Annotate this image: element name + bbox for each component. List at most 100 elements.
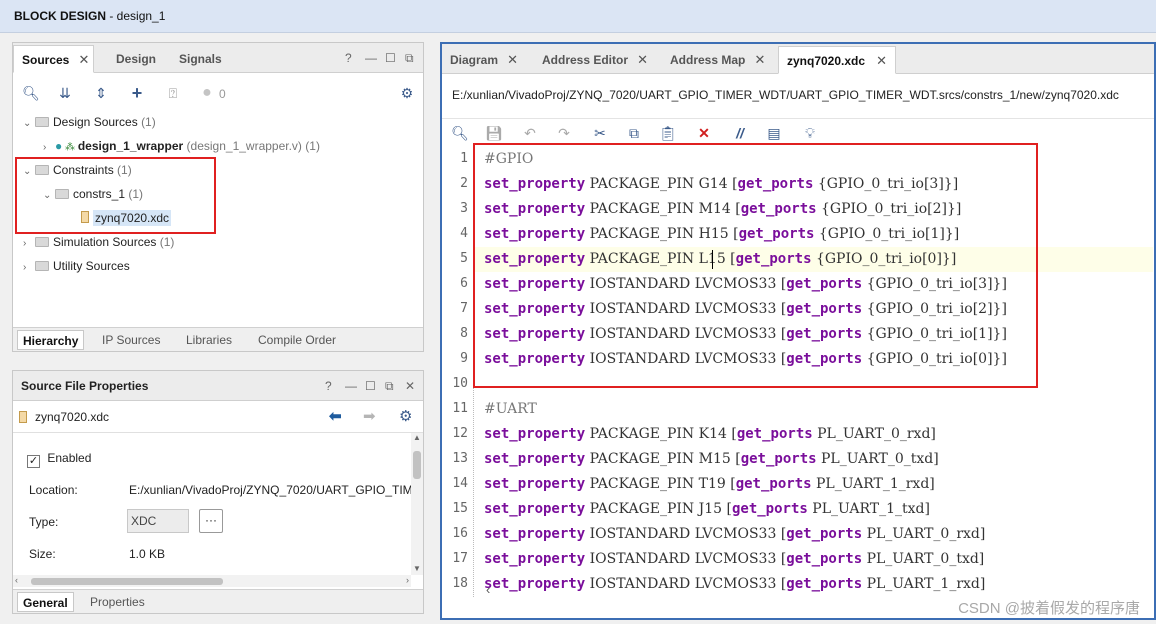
scroll-up-icon[interactable]: ▲ (411, 433, 423, 442)
search-icon[interactable]: 🔍︎ (450, 123, 470, 143)
keyword-token: set_property (484, 551, 586, 567)
close-icon[interactable]: ✕ (637, 46, 648, 74)
chevron-down-icon[interactable]: ⌄ (23, 113, 35, 135)
hscroll-thumb[interactable] (31, 578, 223, 585)
tree-utility-sources[interactable]: › Utility Sources (23, 255, 130, 277)
expand-all-icon[interactable]: ⇕ (91, 83, 111, 103)
minimize-icon[interactable]: — (365, 51, 377, 65)
scroll-left-icon[interactable]: ‹ (486, 582, 490, 597)
file-path: E:/xunlian/VivadoProj/ZYNQ_7020/UART_GPI… (452, 88, 1119, 102)
text-token: PACKAGE_PIN K14 [ (585, 426, 737, 442)
properties-vscrollbar[interactable]: ▲ ▼ (411, 433, 423, 575)
tab-properties[interactable]: Properties (85, 592, 150, 612)
close-icon[interactable]: ✕ (507, 46, 518, 74)
tab-address-map[interactable]: Address Map ✕ (662, 46, 769, 74)
enabled-checkbox[interactable]: ✓ (27, 455, 40, 468)
comment-toggle-icon[interactable]: // (730, 123, 750, 143)
code-line: set_property PACKAGE_PIN M15 [get_ports … (484, 447, 939, 472)
paste-icon[interactable]: 📋︎ (658, 123, 678, 143)
code-line: #GPIO (484, 147, 533, 172)
float-icon[interactable]: ⧉ (385, 379, 394, 394)
arrow-back-icon[interactable]: ⬅ (329, 407, 342, 425)
xdc-file-icon (19, 411, 27, 423)
tab-libraries[interactable]: Libraries (181, 330, 237, 350)
keyword-token: set_property (484, 326, 586, 342)
maximize-icon[interactable]: ☐ (385, 51, 396, 65)
line-number: 10 (452, 376, 468, 391)
text-token: {GPIO_0_tri_io[0]}] (811, 251, 957, 267)
tab-hierarchy[interactable]: Hierarchy (17, 330, 85, 350)
code-line: set_property IOSTANDARD LVCMOS33 [get_po… (484, 272, 1007, 297)
type-field[interactable]: XDC (127, 509, 189, 533)
code-editor[interactable]: 1 2 3 4 5 6 7 8 9 10 11 12 13 14 15 16 17 18 #GPIO set_pro… (444, 147, 1153, 597)
text-token: IOSTANDARD LVCMOS33 [ (585, 351, 787, 367)
search-icon[interactable]: 🔍︎ (21, 83, 41, 103)
close-icon[interactable]: ✕ (876, 47, 887, 75)
text-token: IOSTANDARD LVCMOS33 [ (585, 276, 787, 292)
chevron-right-icon[interactable]: › (23, 233, 35, 255)
comment-token: #UART (484, 401, 537, 417)
line-number: 12 (452, 426, 468, 441)
add-sources-icon[interactable]: + (127, 83, 147, 103)
text-token: {GPIO_0_tri_io[0]}] (862, 351, 1007, 367)
gear-icon[interactable]: ⚙ (399, 407, 412, 425)
text-token: PL_UART_0_txd] (816, 451, 939, 467)
tab-ip-sources[interactable]: IP Sources (97, 330, 165, 350)
line-number: 15 (452, 501, 468, 516)
tree-design-wrapper[interactable]: › ● ⁂ design_1_wrapper (design_1_wrapper.… (43, 135, 320, 157)
scroll-left-icon[interactable]: ‹ (15, 575, 18, 585)
close-icon[interactable]: ✕ (754, 46, 765, 74)
redo-icon[interactable]: ↷ (554, 123, 574, 143)
lightbulb-icon[interactable]: 💡︎ (800, 123, 820, 143)
scroll-right-icon[interactable]: › (406, 575, 409, 585)
save-icon[interactable]: 💾︎ (484, 123, 504, 143)
text-token: {GPIO_0_tri_io[3]}] (862, 276, 1007, 292)
chevron-right-icon[interactable]: › (23, 257, 35, 279)
chevron-down-icon[interactable]: ⌄ (23, 161, 35, 183)
tree-constraints[interactable]: ⌄ Constraints (1) (23, 159, 132, 181)
tab-design[interactable]: Design (108, 45, 164, 73)
tree-design-sources[interactable]: ⌄ Design Sources (1) (23, 111, 156, 133)
properties-bottom-tabs: General Properties (13, 589, 423, 613)
text-token: IOSTANDARD LVCMOS33 [ (585, 301, 787, 317)
type-more-button[interactable]: ··· (199, 509, 223, 533)
properties-file-row: zynq7020.xdc ⬅ ➡ ⚙ (13, 401, 423, 433)
copy-icon[interactable]: ⧉ (624, 123, 644, 143)
keyword-token: get_ports (737, 176, 814, 192)
arrow-forward-icon[interactable]: ➡ (363, 407, 376, 425)
scroll-down-icon[interactable]: ▼ (411, 564, 423, 573)
delete-icon[interactable]: ✕ (694, 123, 714, 143)
tab-signals[interactable]: Signals (171, 45, 230, 73)
help-icon[interactable]: ? (345, 51, 352, 65)
close-icon[interactable]: ✕ (78, 46, 89, 74)
maximize-icon[interactable]: ☐ (365, 379, 376, 393)
tree-xdc-file[interactable]: zynq7020.xdc (81, 207, 172, 229)
text-token: {GPIO_0_tri_io[1]}] (862, 326, 1007, 342)
gear-icon[interactable]: ⚙ (397, 83, 417, 103)
float-icon[interactable]: ⧉ (405, 51, 414, 66)
editor-hscrollbar[interactable]: ‹ (484, 582, 1153, 597)
collapse-all-icon[interactable]: ⇊ (55, 83, 75, 103)
help-icon[interactable]: ? (325, 379, 332, 393)
properties-hscrollbar[interactable]: ‹ › (13, 575, 411, 587)
comment-token: #GPIO (484, 151, 534, 167)
tab-compile-order[interactable]: Compile Order (253, 330, 341, 350)
tab-address-editor[interactable]: Address Editor ✕ (534, 46, 652, 74)
location-label: Location: (29, 483, 78, 497)
cut-icon[interactable]: ✂ (590, 123, 610, 143)
unknown-file-icon[interactable]: ⍰ (163, 83, 183, 103)
location-value: E:/xunlian/VivadoProj/ZYNQ_7020/UART_GPI… (129, 483, 411, 497)
tab-zynq7020-xdc[interactable]: zynq7020.xdc ✕ (778, 46, 897, 75)
minimize-icon[interactable]: — (345, 379, 357, 393)
chevron-down-icon[interactable]: ⌄ (43, 185, 55, 207)
tree-constrs-1[interactable]: ⌄ constrs_1 (1) (43, 183, 143, 205)
undo-icon[interactable]: ↶ (520, 123, 540, 143)
chevron-right-icon[interactable]: › (43, 137, 55, 159)
tab-general[interactable]: General (17, 592, 74, 612)
tree-simulation-sources[interactable]: › Simulation Sources (1) (23, 231, 174, 253)
close-icon[interactable]: ✕ (405, 379, 415, 393)
scroll-thumb[interactable] (413, 451, 421, 479)
column-select-icon[interactable]: ▤ (764, 123, 784, 143)
tab-diagram[interactable]: Diagram ✕ (442, 46, 522, 74)
tab-sources[interactable]: Sources ✕ (13, 45, 95, 74)
